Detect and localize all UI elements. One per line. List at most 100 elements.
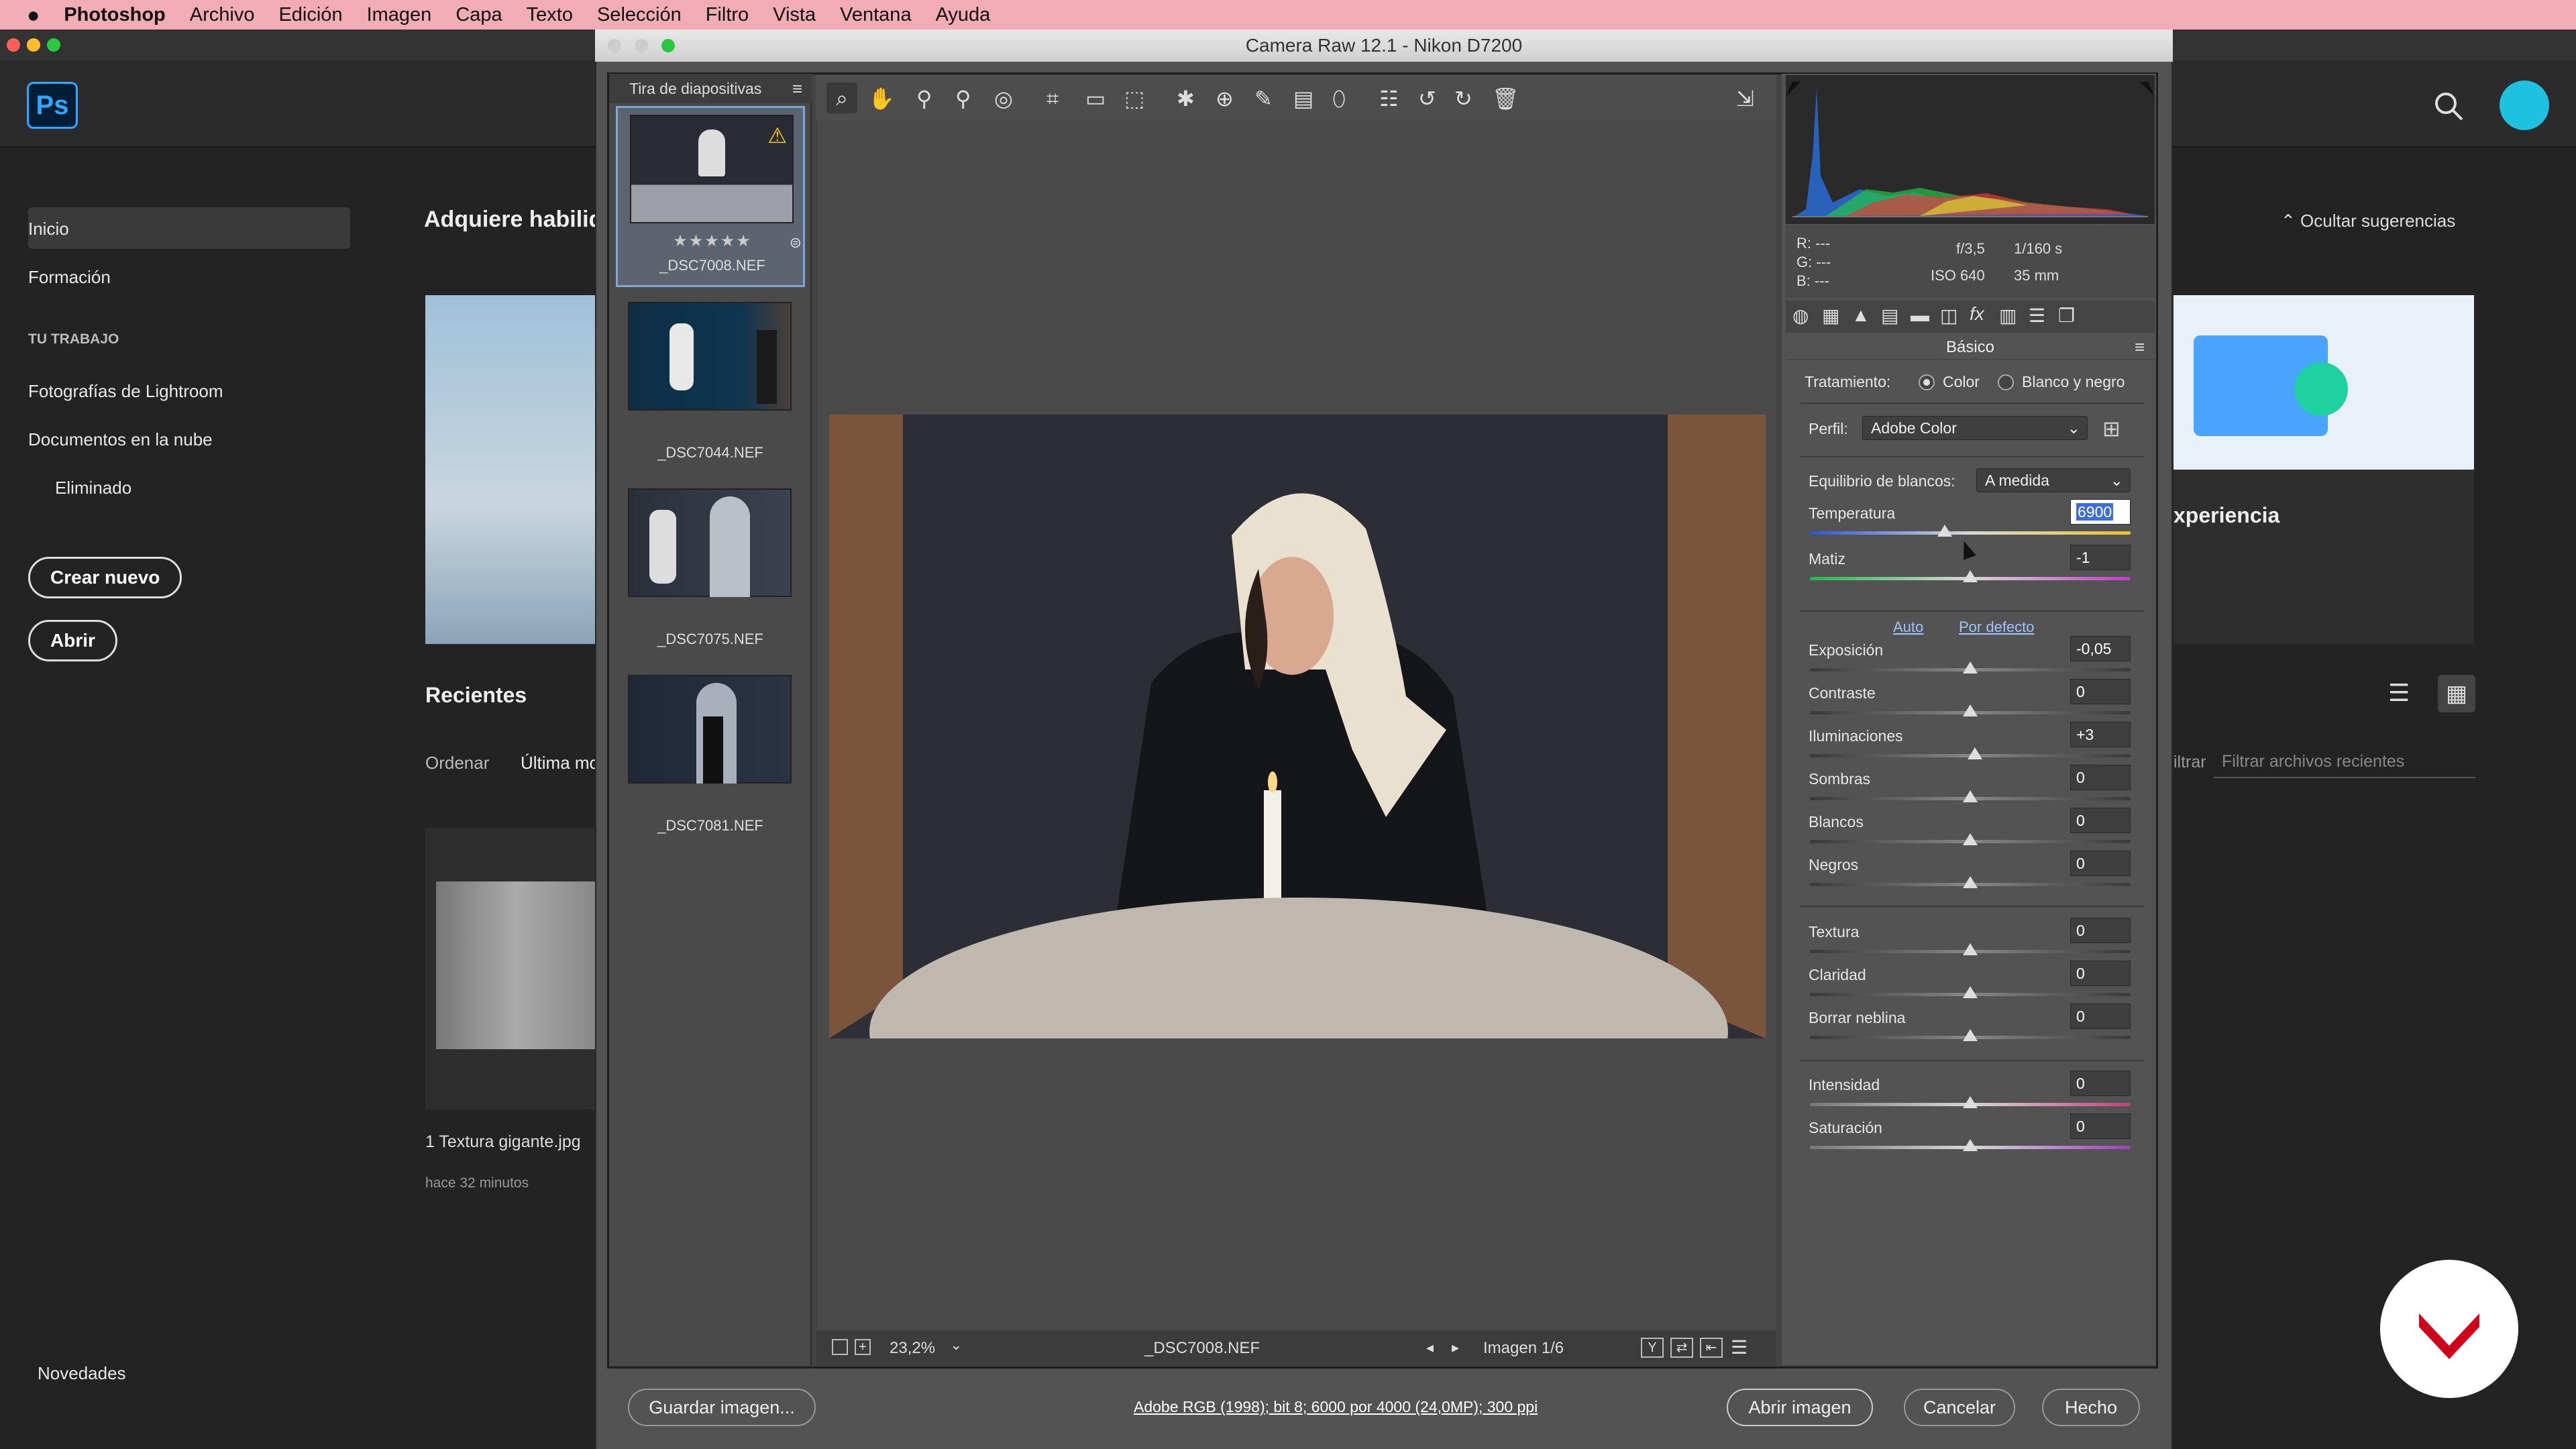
filmstrip-item[interactable]: _DSC7044.NEF	[616, 295, 805, 476]
avatar[interactable]	[2500, 80, 2549, 130]
done-button[interactable]: Hecho	[2042, 1389, 2140, 1426]
tab-hsl-icon[interactable]: ▤	[1881, 305, 1898, 327]
slider-value-input[interactable]: 0	[2070, 851, 2131, 876]
next-image-icon[interactable]: ▸	[1452, 1339, 1459, 1356]
dialog-close-icon[interactable]	[608, 39, 621, 52]
slider-handle[interactable]	[1937, 525, 1952, 537]
dialog-minimize-icon[interactable]	[635, 39, 648, 52]
slider-handle[interactable]	[1963, 661, 1978, 674]
crop-tool-icon[interactable]: ⌗	[1046, 87, 1059, 110]
default-link[interactable]: Por defecto	[1959, 619, 2035, 636]
filmstrip-item[interactable]: ⚠ ★★★★★ _DSC7008.NEF ⊜	[616, 106, 805, 287]
slider-value-input[interactable]: 0	[2070, 765, 2131, 790]
filter-recent-input[interactable]: Filtrar archivos recientes	[2214, 745, 2475, 778]
ps-logo[interactable]: Ps	[27, 82, 78, 129]
zoom-out-icon[interactable]	[832, 1339, 848, 1355]
sidebar-item-news[interactable]: Novedades	[38, 1363, 126, 1384]
zoom-in-icon[interactable]: +	[855, 1339, 871, 1355]
slider-handle[interactable]	[1963, 704, 1978, 716]
slider-value-input[interactable]: 6900	[2070, 499, 2131, 525]
radial-filter-icon[interactable]: ⬯	[1332, 87, 1346, 110]
color-sampler-icon[interactable]: ⚲	[955, 87, 971, 110]
slider-handle[interactable]	[1963, 1139, 1978, 1151]
slider-value-input[interactable]: -1	[2070, 545, 2131, 570]
list-view-icon[interactable]: ☰	[2388, 679, 2410, 707]
slider-value-input[interactable]: 0	[2070, 1071, 2131, 1096]
search-icon[interactable]	[2432, 90, 2465, 122]
slider-value-input[interactable]: -0,05	[2070, 636, 2131, 661]
slider-track[interactable]	[1810, 531, 2131, 535]
sidebar-item-formacion[interactable]: Formación	[28, 267, 111, 288]
menu-capa[interactable]: Capa	[455, 4, 502, 26]
treatment-bw-radio[interactable]	[1998, 374, 2014, 390]
menu-imagen[interactable]: Imagen	[367, 4, 432, 26]
zoom-tool-icon[interactable]: ⌕	[826, 83, 857, 113]
slider-handle[interactable]	[1963, 790, 1978, 802]
open-image-button[interactable]: Abrir imagen	[1727, 1389, 1873, 1426]
slider-value-input[interactable]: 0	[2070, 679, 2131, 704]
targeted-adjustment-icon[interactable]: ◎	[994, 87, 1013, 110]
menu-edicion[interactable]: Edición	[278, 4, 342, 26]
slider-value-input[interactable]: +3	[2070, 722, 2131, 747]
slider-handle[interactable]	[1963, 833, 1978, 845]
fullscreen-icon[interactable]: ⇲	[1736, 87, 1754, 110]
tab-detail-icon[interactable]: ▲	[1851, 305, 1870, 326]
transform-tool-icon[interactable]: ⬚	[1124, 87, 1144, 110]
sidebar-item-deleted[interactable]: Eliminado	[55, 478, 131, 498]
grid-view-icon[interactable]: ▦	[2438, 675, 2475, 712]
slider-handle[interactable]	[1963, 876, 1978, 888]
tab-lens-icon[interactable]: ◫	[1940, 305, 1957, 327]
slider-handle[interactable]	[1963, 1096, 1978, 1108]
tab-calibration-icon[interactable]: ▥	[1999, 305, 2017, 327]
before-after-icon[interactable]: Y	[1641, 1338, 1664, 1358]
menu-filtro[interactable]: Filtro	[706, 4, 749, 26]
preferences-icon[interactable]: ☷	[1379, 87, 1399, 110]
straighten-tool-icon[interactable]: ▭	[1085, 87, 1106, 110]
suggestion-card[interactable]: xperiencia	[2174, 295, 2474, 644]
slider-handle[interactable]	[1968, 747, 1983, 759]
trash-icon[interactable]: 🗑	[1492, 87, 1519, 110]
sidebar-item-lightroom[interactable]: Fotografías de Lightroom	[28, 381, 223, 402]
menu-ayuda[interactable]: Ayuda	[936, 4, 991, 26]
zoom-window-icon[interactable]	[47, 38, 60, 52]
treatment-color-radio[interactable]	[1919, 374, 1935, 390]
graduated-filter-icon[interactable]: ▤	[1293, 87, 1313, 110]
tab-effects-icon[interactable]: fx	[1970, 303, 1984, 325]
menu-app-name[interactable]: Photoshop	[64, 4, 165, 26]
filmstrip-item[interactable]: _DSC7081.NEF	[616, 668, 805, 849]
slider-handle[interactable]	[1963, 986, 1978, 998]
menu-texto[interactable]: Texto	[527, 4, 573, 26]
workflow-options-link[interactable]: Adobe RGB (1998); bit 8; 6000 por 4000 (…	[1134, 1398, 1538, 1416]
slider-handle[interactable]	[1963, 570, 1978, 582]
slider-value-input[interactable]: 0	[2070, 918, 2131, 943]
create-new-button[interactable]: Crear nuevo	[28, 557, 182, 598]
menu-archivo[interactable]: Archivo	[190, 4, 255, 26]
minimize-window-icon[interactable]	[27, 38, 40, 52]
filmstrip-item[interactable]: _DSC7075.NEF	[616, 482, 805, 663]
rotate-right-icon[interactable]: ↻	[1454, 87, 1472, 110]
sidebar-item-cloud-docs[interactable]: Documentos en la nube	[28, 429, 213, 450]
apple-icon[interactable]: ●	[27, 3, 40, 28]
cancel-button[interactable]: Cancelar	[1904, 1389, 2015, 1426]
menu-vista[interactable]: Vista	[773, 4, 816, 26]
zoom-dropdown-icon[interactable]: ⌄	[950, 1336, 962, 1354]
panel-menu-icon[interactable]: ≡	[2135, 337, 2145, 358]
hand-tool-icon[interactable]: ✋	[868, 87, 895, 110]
white-balance-tool-icon[interactable]: ⚲	[916, 87, 932, 110]
thumbnail-rating[interactable]: ★★★★★	[618, 231, 807, 251]
menu-ventana[interactable]: Ventana	[840, 4, 911, 26]
prev-image-icon[interactable]: ◂	[1426, 1339, 1434, 1356]
hide-suggestions-button[interactable]: ⌃ Ocultar sugerencias	[2281, 211, 2455, 231]
menu-seleccion[interactable]: Selección	[597, 4, 682, 26]
slider-value-input[interactable]: 0	[2070, 961, 2131, 986]
tab-tone-curve-icon[interactable]: ▦	[1822, 305, 1839, 327]
recent-file-card[interactable]	[425, 828, 596, 1110]
auto-link[interactable]: Auto	[1893, 619, 1923, 636]
profile-browser-icon[interactable]: ⊞	[2102, 416, 2121, 441]
adjustment-brush-icon[interactable]: ✎	[1254, 87, 1273, 110]
rotate-left-icon[interactable]: ↺	[1418, 87, 1436, 110]
slider-value-input[interactable]: 0	[2070, 1114, 2131, 1139]
profile-dropdown[interactable]: Adobe Color ⌄	[1862, 416, 2088, 440]
preview-settings-icon[interactable]: ☰	[1731, 1336, 1748, 1358]
sort-dropdown[interactable]: Última mo	[521, 753, 599, 773]
